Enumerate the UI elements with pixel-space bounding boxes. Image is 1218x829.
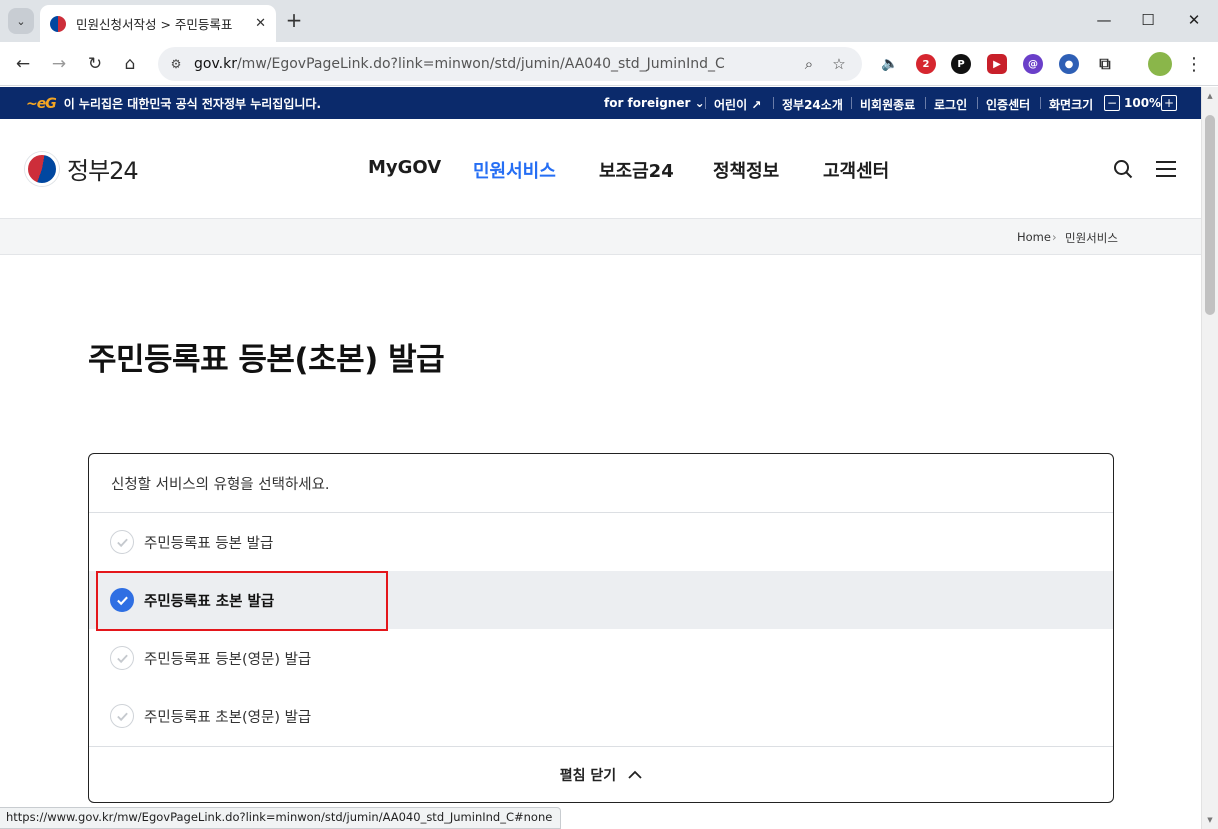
profile-avatar[interactable] (1148, 52, 1172, 76)
chevron-up-icon (628, 768, 642, 782)
logout-link[interactable]: 비회원종료 (860, 96, 915, 113)
chevron-down-icon: ⌄ (694, 96, 705, 110)
option-resident-copy[interactable]: 주민등록표 등본 발급 (89, 513, 1113, 571)
extension-badge: 2 (922, 58, 930, 70)
login-link[interactable]: 로그인 (934, 96, 967, 113)
breadcrumb-current[interactable]: 민원서비스 (1065, 230, 1118, 246)
option-resident-abstract-english[interactable]: 주민등록표 초본(영문) 발급 (89, 687, 1113, 745)
official-notice: ~eG 이 누리집은 대한민국 공식 전자정부 누리집입니다. (26, 95, 321, 112)
collapse-toggle-button[interactable]: 펼침 닫기 (89, 746, 1113, 802)
selector-prompt: 신청할 서비스의 유형을 선택하세요. (89, 454, 1113, 513)
collapse-toggle-label: 펼침 닫기 (559, 767, 617, 784)
bookmark-star-icon[interactable]: ☆ (824, 49, 854, 79)
search-icon[interactable] (1111, 157, 1135, 181)
divider (851, 97, 852, 109)
scroll-up-icon[interactable]: ▲ (1202, 89, 1218, 103)
site-header: 정부24 MyGOV 민원서비스 보조금24 정책정보 고객센터 (0, 119, 1201, 219)
breadcrumb-chevron-icon: › (1052, 230, 1057, 244)
screen-size-label: 화면크기 (1049, 98, 1094, 112)
taegeuk-emblem-icon (25, 151, 59, 186)
divider (925, 97, 926, 109)
close-window-button[interactable]: ✕ (1172, 6, 1216, 34)
page-title: 주민등록표 등본(초본) 발급 (88, 342, 445, 378)
divider (705, 97, 706, 109)
kids-link[interactable]: 어린이 ↗ (714, 96, 761, 113)
option-label: 주민등록표 등본(영문) 발급 (144, 651, 312, 668)
nav-customer-center[interactable]: 고객센터 (823, 157, 889, 183)
extensions-puzzle-icon[interactable]: ⧉ (1095, 54, 1115, 74)
zoom-in-button[interactable]: + (1161, 95, 1177, 111)
check-icon (110, 646, 134, 670)
tab-title: 민원신청서작성 > 주민등록표 (76, 17, 233, 32)
gov-official-strip: ~eG 이 누리집은 대한민국 공식 전자정부 누리집입니다. for fore… (0, 87, 1201, 119)
new-tab-button[interactable]: + (282, 8, 306, 32)
extension-black-icon[interactable]: P (951, 54, 971, 74)
site-info-icon[interactable]: ⚙ (166, 54, 186, 74)
url-path: /mw/EgovPageLink.do?link=minwon/std/jumi… (236, 56, 725, 72)
tab-search-button[interactable]: ⌄ (8, 8, 34, 34)
extension-globe-icon[interactable]: ● (1059, 54, 1079, 74)
option-label: 주민등록표 초본 발급 (144, 593, 275, 610)
extension-purple-icon[interactable]: @ (1023, 54, 1043, 74)
browser-tab-strip: ⌄ 민원신청서작성 > 주민등록표 ✕ + — ☐ ✕ (0, 0, 1218, 42)
maximize-button[interactable]: ☐ (1126, 6, 1170, 34)
divider (1040, 97, 1041, 109)
nav-civil-service[interactable]: 민원서비스 (473, 157, 556, 183)
check-icon (110, 588, 134, 612)
gov-favicon-icon (50, 15, 66, 32)
kids-label: 어린이 (714, 98, 748, 112)
extension-video-icon[interactable]: ▶ (987, 54, 1007, 74)
breadcrumb: Home › 민원서비스 (0, 219, 1201, 255)
about-link[interactable]: 정부24소개 (782, 96, 843, 113)
divider (773, 97, 774, 109)
option-resident-copy-english[interactable]: 주민등록표 등본(영문) 발급 (89, 629, 1113, 687)
external-link-icon: ↗ (751, 98, 762, 112)
scrollbar-thumb[interactable] (1205, 115, 1215, 315)
reload-button[interactable]: ↻ (82, 51, 108, 77)
page-scrollbar[interactable]: ▲ ▼ (1201, 87, 1218, 829)
browser-tab-active[interactable]: 민원신청서작성 > 주민등록표 ✕ (40, 5, 276, 42)
tab-close-icon[interactable]: ✕ (255, 16, 266, 31)
gov24-logo[interactable]: 정부24 (25, 151, 139, 186)
option-resident-abstract[interactable]: 주민등록표 초본 발급 (89, 571, 1113, 629)
scroll-down-icon[interactable]: ▼ (1202, 813, 1218, 827)
browser-toolbar: ← → ↻ ⌂ ⚙ gov.kr/mw/EgovPageLink.do?link… (0, 42, 1218, 86)
home-button[interactable]: ⌂ (117, 51, 143, 77)
check-icon (110, 530, 134, 554)
browser-menu-icon[interactable]: ⋮ (1184, 52, 1204, 76)
minimize-button[interactable]: — (1082, 6, 1126, 34)
nav-subsidy24[interactable]: 보조금24 (599, 157, 674, 183)
for-foreigner-label: for foreigner (604, 96, 691, 110)
option-label: 주민등록표 초본(영문) 발급 (144, 709, 312, 726)
url-text[interactable]: gov.kr/mw/EgovPageLink.do?link=minwon/st… (194, 56, 794, 72)
service-type-selector: 신청할 서비스의 유형을 선택하세요. 주민등록표 등본 발급 주민등록표 초본… (88, 453, 1114, 803)
for-foreigner-link[interactable]: for foreigner ⌄ (604, 96, 705, 110)
zoom-icon[interactable]: ⌕ (794, 49, 824, 79)
eg-logo-icon: ~eG (26, 95, 57, 112)
check-icon (110, 704, 134, 728)
breadcrumb-home[interactable]: Home (1017, 230, 1051, 244)
logo-text: 정부24 (67, 157, 139, 185)
speaker-icon[interactable]: 🔈 (880, 54, 900, 74)
back-button[interactable]: ← (10, 51, 36, 77)
address-bar[interactable]: ⚙ gov.kr/mw/EgovPageLink.do?link=minwon/… (158, 47, 862, 81)
zoom-out-button[interactable]: − (1104, 95, 1120, 111)
nav-mygov[interactable]: MyGOV (368, 157, 441, 178)
chevron-down-icon: ⌄ (16, 14, 26, 28)
extension-red-icon[interactable]: 2 (916, 54, 936, 74)
divider (977, 97, 978, 109)
cert-center-link[interactable]: 인증센터 (986, 96, 1030, 113)
url-domain: gov.kr (194, 56, 237, 72)
zoom-level: 100% (1124, 96, 1162, 110)
option-label: 주민등록표 등본 발급 (144, 535, 274, 552)
status-bar-url: https://www.gov.kr/mw/EgovPageLink.do?li… (0, 807, 562, 829)
nav-policy-info[interactable]: 정책정보 (713, 157, 779, 183)
official-notice-text: 이 누리집은 대한민국 공식 전자정부 누리집입니다. (63, 97, 322, 111)
forward-button[interactable]: → (46, 51, 72, 77)
menu-hamburger-icon[interactable] (1154, 157, 1178, 181)
